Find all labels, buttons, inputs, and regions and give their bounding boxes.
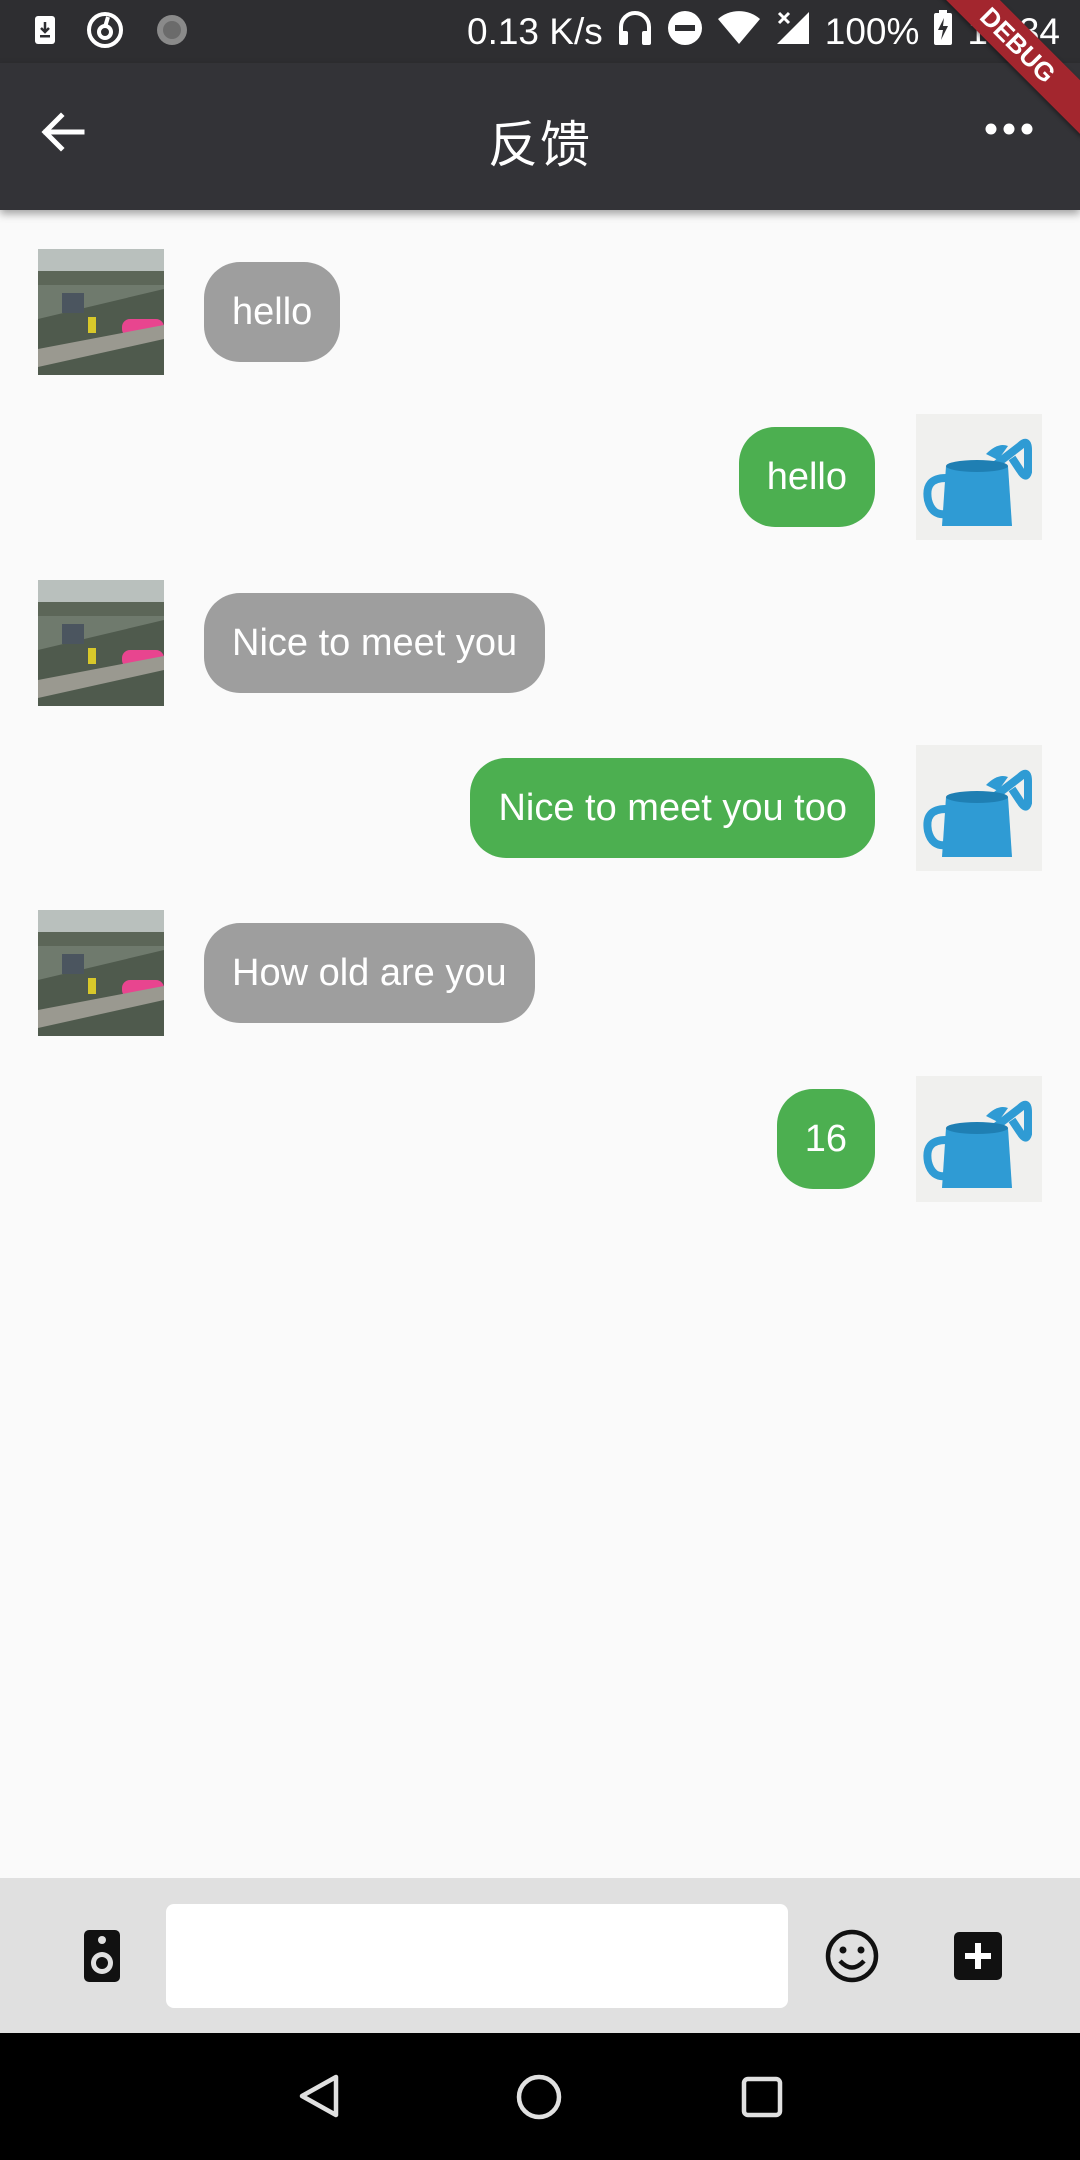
- message-row: Nice to meet you too: [0, 745, 1080, 871]
- add-attachment-button[interactable]: [953, 1931, 1003, 1981]
- sent-message-bubble[interactable]: Nice to meet you too: [470, 758, 875, 858]
- add-box-icon: [954, 1932, 1002, 1980]
- loading-icon: [154, 12, 190, 53]
- headphones-icon: [617, 9, 653, 56]
- user-avatar[interactable]: [916, 414, 1042, 540]
- message-row: hello: [0, 249, 1080, 375]
- sent-message-bubble[interactable]: 16: [776, 1089, 875, 1189]
- signal-icon: [775, 10, 811, 55]
- app-bar: 反馈: [0, 63, 1080, 210]
- wifi-icon: [717, 10, 761, 54]
- received-message-bubble[interactable]: Nice to meet you: [204, 593, 546, 693]
- triangle-back-icon: [299, 2074, 339, 2118]
- user-avatar[interactable]: [916, 745, 1042, 871]
- status-bar: 0.13 K/s 100% 14:34: [0, 0, 1080, 63]
- battery-level: 100%: [824, 11, 920, 52]
- status-bar-left: [34, 8, 190, 56]
- square-recents-icon: [741, 2076, 783, 2118]
- contact-avatar[interactable]: [38, 249, 164, 375]
- user-avatar[interactable]: [916, 1076, 1042, 1202]
- message-row: hello: [0, 414, 1080, 540]
- system-navigation-bar: [0, 2033, 1080, 2160]
- contact-avatar[interactable]: [38, 910, 164, 1036]
- battery-charging-icon: [933, 9, 953, 55]
- message-list[interactable]: hello hello Nice to meet you Nice to mee…: [0, 210, 1080, 1878]
- voice-button[interactable]: [82, 1928, 122, 1984]
- net-speed: 0.13 K/s: [467, 11, 603, 52]
- do-not-disturb-icon: [667, 10, 703, 55]
- message-row: How old are you: [0, 910, 1080, 1036]
- input-bar: [0, 1878, 1080, 2033]
- nav-recents-button[interactable]: [740, 2075, 784, 2119]
- received-message-bubble[interactable]: hello: [204, 262, 341, 362]
- netease-music-icon: [86, 11, 124, 54]
- sent-message-bubble[interactable]: hello: [738, 427, 875, 527]
- more-options-button[interactable]: [984, 119, 1040, 155]
- speaker-icon: [84, 1930, 120, 1982]
- emoji-button[interactable]: [824, 1928, 880, 1984]
- nav-back-button[interactable]: [296, 2073, 342, 2119]
- emoji-icon: [825, 1929, 879, 1983]
- download-notification-icon: [34, 15, 56, 50]
- message-row: 16: [0, 1076, 1080, 1202]
- message-row: Nice to meet you: [0, 580, 1080, 706]
- contact-avatar[interactable]: [38, 580, 164, 706]
- more-horiz-icon: [985, 123, 1033, 135]
- page-title: 反馈: [488, 117, 592, 173]
- received-message-bubble[interactable]: How old are you: [204, 923, 535, 1023]
- nav-home-button[interactable]: [515, 2073, 563, 2121]
- message-input[interactable]: [166, 1904, 788, 2008]
- circle-home-icon: [516, 2074, 562, 2120]
